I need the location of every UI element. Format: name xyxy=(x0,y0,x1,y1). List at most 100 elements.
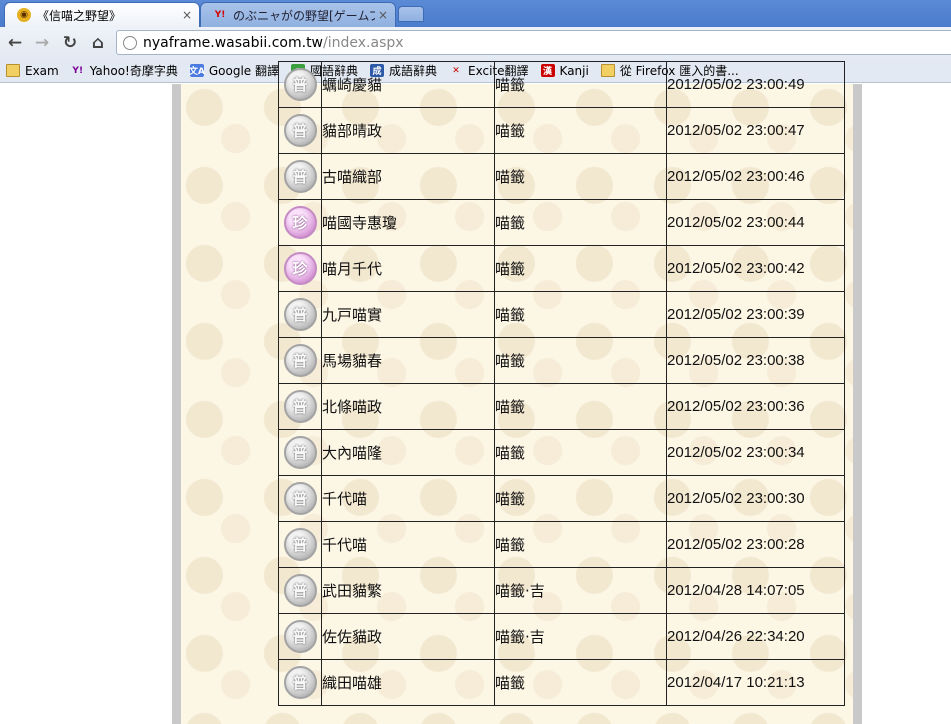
rarity-cell: 普 xyxy=(278,61,322,108)
draw-type: 喵籤 xyxy=(494,429,667,476)
card-history-table: 普蠣崎慶貓 喵籤 2012/05/02 23:00:49 普貓部晴政 喵籤 2012/05… xyxy=(278,61,845,706)
draw-type: 喵籤 xyxy=(494,61,667,108)
close-icon[interactable]: × xyxy=(179,8,195,22)
table-row: 普北條喵政 喵籤 2012/05/02 23:00:36 xyxy=(278,383,845,430)
rarity-cell: 普 xyxy=(278,153,322,200)
tab-nobunyaga[interactable]: ◉ 《信喵之野望》 × xyxy=(4,2,200,27)
rarity-badge-icon: 普 xyxy=(283,344,317,377)
card-name: 千代喵 xyxy=(321,521,495,568)
draw-timestamp: 2012/05/02 23:00:44 xyxy=(666,199,845,246)
draw-timestamp: 2012/05/02 23:00:46 xyxy=(666,153,845,200)
draw-timestamp: 2012/05/02 23:00:47 xyxy=(666,107,845,154)
url-path: /index.aspx xyxy=(323,34,404,51)
rarity-badge-icon: 普 xyxy=(283,482,317,515)
draw-timestamp: 2012/04/28 14:07:05 xyxy=(666,567,845,614)
tab-yahoo[interactable]: Y! のぶニャがの野望[ゲームブ × xyxy=(200,2,396,27)
draw-type: 喵籤 xyxy=(494,659,667,706)
draw-type: 喵籤 xyxy=(494,153,667,200)
rarity-cell: 普 xyxy=(278,659,322,706)
rarity-badge-icon: 普 xyxy=(283,298,317,331)
table-row: 普佐佐貓政 喵籤·吉 2012/04/26 22:34:20 xyxy=(278,613,845,660)
card-name: 貓部晴政 xyxy=(321,107,495,154)
table-row: 普千代喵 喵籤 2012/05/02 23:00:30 xyxy=(278,475,845,522)
table-row: 珍喵月千代 喵籤 2012/05/02 23:00:42 xyxy=(278,245,845,292)
draw-type: 喵籤 xyxy=(494,337,667,384)
table-row: 普武田貓繁 喵籤·吉 2012/04/28 14:07:05 xyxy=(278,567,845,614)
rarity-cell: 普 xyxy=(278,291,322,338)
rarity-cell: 普 xyxy=(278,613,322,660)
rarity-badge-icon: 普 xyxy=(283,390,317,423)
table-row: 普九戸喵實 喵籤 2012/05/02 23:00:39 xyxy=(278,291,845,338)
rarity-cell: 普 xyxy=(278,107,322,154)
rarity-cell: 珍 xyxy=(278,199,322,246)
rarity-cell: 普 xyxy=(278,429,322,476)
yahoo-icon: Y! xyxy=(72,65,84,76)
draw-timestamp: 2012/04/26 22:34:20 xyxy=(666,613,845,660)
home-icon[interactable]: ⌂ xyxy=(86,31,110,55)
table-row: 普古喵織部 喵籤 2012/05/02 23:00:46 xyxy=(278,153,845,200)
forward-icon[interactable]: → xyxy=(30,31,54,55)
reload-icon[interactable]: ↻ xyxy=(58,31,82,55)
tab-title: 《信喵之野望》 xyxy=(37,8,122,23)
bookmark-google-translate[interactable]: 文A Google 翻譯 xyxy=(189,62,280,79)
back-icon[interactable]: ← xyxy=(3,31,27,55)
draw-type: 喵籤 xyxy=(494,383,667,430)
table-row: 珍喵國寺惠瓊 喵籤 2012/05/02 23:00:44 xyxy=(278,199,845,246)
card-name: 喵月千代 xyxy=(321,245,495,292)
card-name: 蠣崎慶貓 xyxy=(321,61,495,108)
draw-timestamp: 2012/05/02 23:00:49 xyxy=(666,61,845,108)
draw-timestamp: 2012/05/02 23:00:39 xyxy=(666,291,845,338)
frame-border-left xyxy=(172,84,181,724)
card-name: 北條喵政 xyxy=(321,383,495,430)
rarity-badge-icon: 普 xyxy=(283,574,317,607)
card-name: 千代喵 xyxy=(321,475,495,522)
draw-timestamp: 2012/05/02 23:00:36 xyxy=(666,383,845,430)
draw-timestamp: 2012/05/02 23:00:42 xyxy=(666,245,845,292)
rarity-cell: 普 xyxy=(278,337,322,384)
card-name: 織田喵雄 xyxy=(321,659,495,706)
table-row: 普貓部晴政 喵籤 2012/05/02 23:00:47 xyxy=(278,107,845,154)
close-icon[interactable]: × xyxy=(375,8,391,22)
card-name: 馬場貓春 xyxy=(321,337,495,384)
address-bar[interactable]: nyaframe.wasabii.com.tw/index.aspx xyxy=(116,30,951,55)
new-tab-button[interactable] xyxy=(398,6,424,22)
table-row: 普馬場貓春 喵籤 2012/05/02 23:00:38 xyxy=(278,337,845,384)
table-row: 普織田喵雄 喵籤 2012/04/17 10:21:13 xyxy=(278,659,845,706)
rarity-badge-icon: 普 xyxy=(283,160,317,193)
rarity-badge-icon: 普 xyxy=(283,666,317,699)
draw-type: 喵籤·吉 xyxy=(494,567,667,614)
card-name: 大內喵隆 xyxy=(321,429,495,476)
bookmark-yahoo-dictionary[interactable]: Y! Yahoo!奇摩字典 xyxy=(71,62,177,79)
draw-type: 喵籤 xyxy=(494,107,667,154)
card-name: 武田貓繁 xyxy=(321,567,495,614)
draw-type: 喵籤·吉 xyxy=(494,613,667,660)
folder-icon xyxy=(6,64,20,77)
rarity-cell: 普 xyxy=(278,475,322,522)
rarity-badge-icon: 普 xyxy=(283,528,317,561)
card-name: 喵國寺惠瓊 xyxy=(321,199,495,246)
page-icon xyxy=(123,35,137,50)
tab-strip: ◉ 《信喵之野望》 × Y! のぶニャがの野望[ゲームブ × xyxy=(0,0,951,27)
card-name: 佐佐貓政 xyxy=(321,613,495,660)
rarity-badge-icon: 珍 xyxy=(283,252,317,285)
bookmark-label: Google 翻譯 xyxy=(208,64,280,78)
rarity-badge-icon: 普 xyxy=(283,436,317,469)
draw-timestamp: 2012/05/02 23:00:30 xyxy=(666,475,845,522)
google-translate-icon: 文A xyxy=(189,64,205,77)
draw-type: 喵籤 xyxy=(494,521,667,568)
yahoo-icon: Y! xyxy=(214,10,226,20)
nobunyaga-icon: ◉ xyxy=(17,8,31,22)
draw-type: 喵籤 xyxy=(494,475,667,522)
rarity-cell: 普 xyxy=(278,567,322,614)
draw-timestamp: 2012/04/17 10:21:13 xyxy=(666,659,845,706)
card-name: 古喵織部 xyxy=(321,153,495,200)
rarity-badge-icon: 珍 xyxy=(283,206,317,239)
rarity-badge-icon: 普 xyxy=(283,68,317,101)
draw-timestamp: 2012/05/02 23:00:38 xyxy=(666,337,845,384)
card-name: 九戸喵實 xyxy=(321,291,495,338)
toolbar: ← → ↻ ⌂ nyaframe.wasabii.com.tw/index.as… xyxy=(0,27,951,59)
table-row: 普大內喵隆 喵籤 2012/05/02 23:00:34 xyxy=(278,429,845,476)
draw-type: 喵籤 xyxy=(494,291,667,338)
draw-timestamp: 2012/05/02 23:00:34 xyxy=(666,429,845,476)
bookmark-exam[interactable]: Exam xyxy=(6,64,59,78)
